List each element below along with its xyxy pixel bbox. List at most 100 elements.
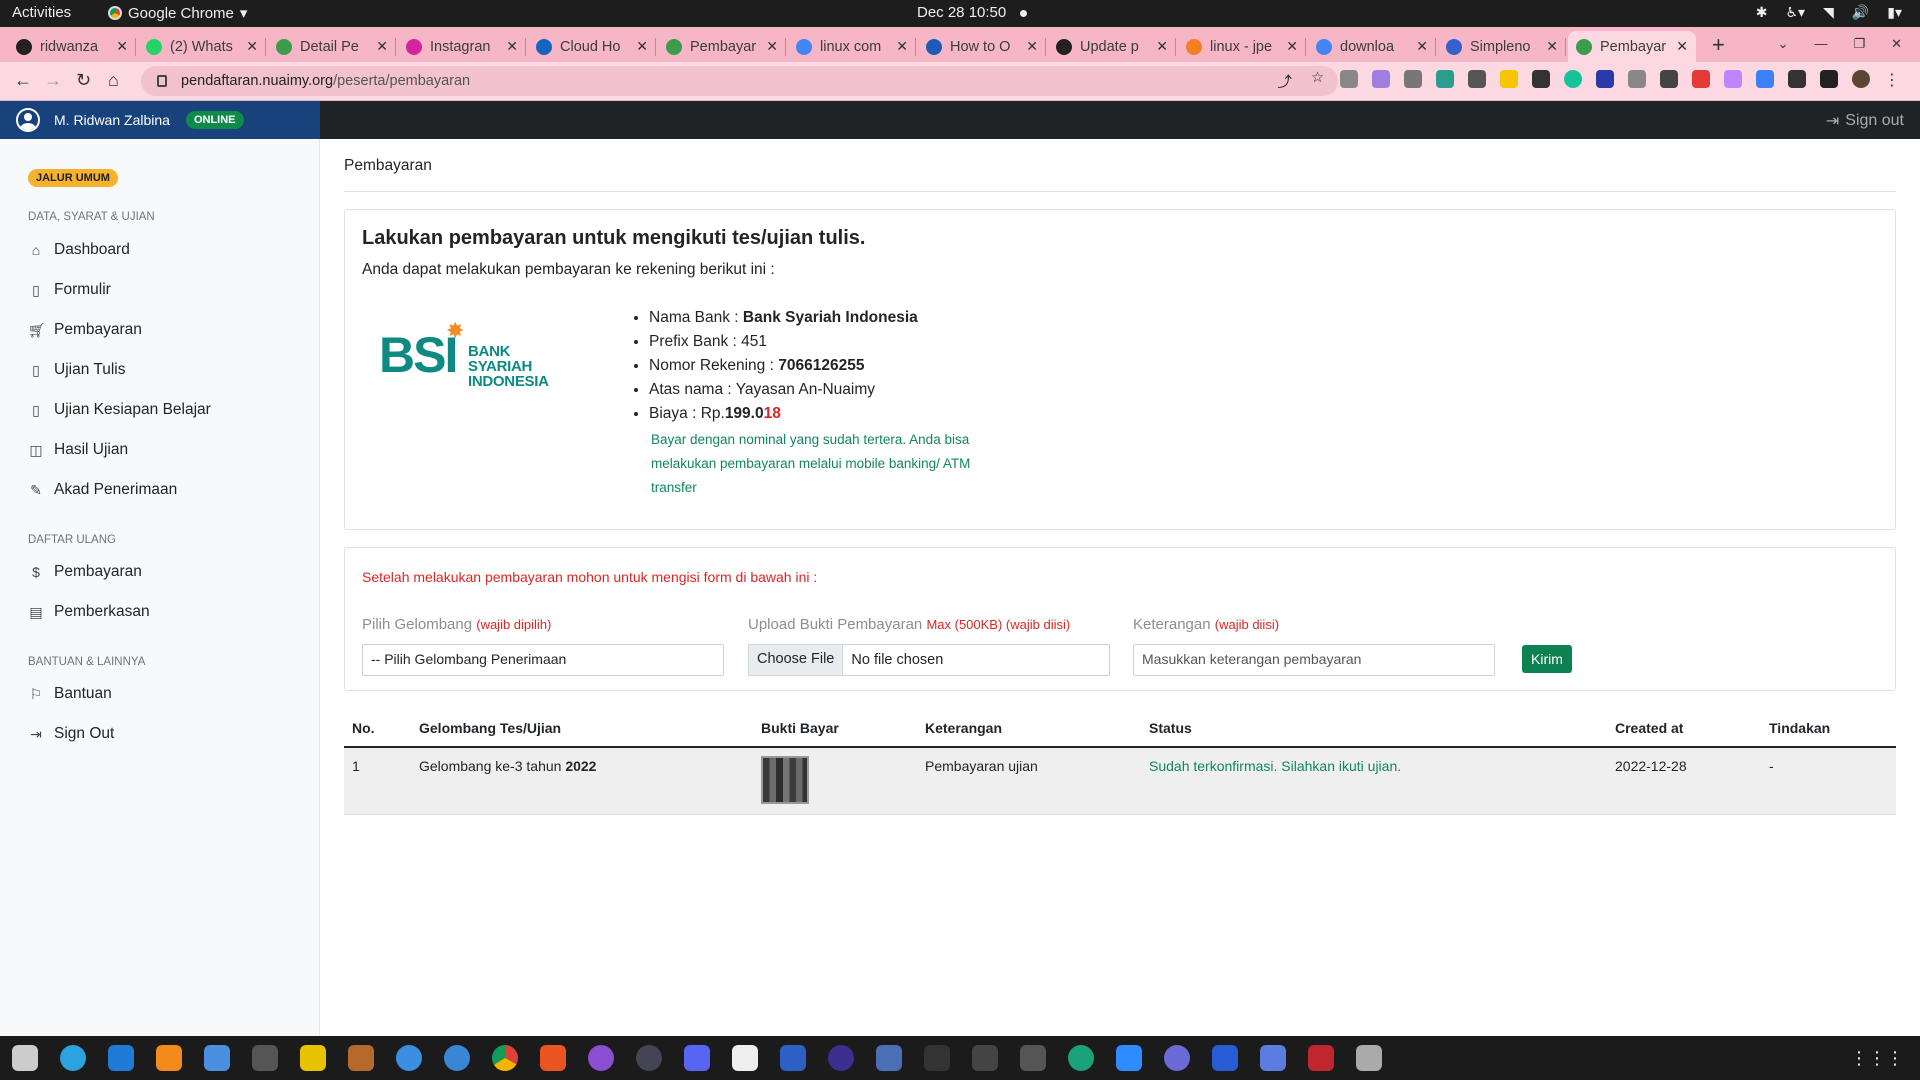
signout-top-button[interactable]: ⇥ Sign out — [1826, 111, 1904, 131]
zoom-icon[interactable] — [1116, 1045, 1142, 1071]
kebab-menu-icon[interactable]: ⋮ — [1884, 70, 1900, 90]
close-tab-icon[interactable]: ✕ — [506, 38, 518, 55]
browser-tab[interactable]: Pembayar ✕ — [658, 31, 786, 62]
side-panel-icon[interactable] — [1820, 70, 1838, 88]
app-icon[interactable] — [300, 1045, 326, 1071]
extension-icon[interactable] — [1692, 70, 1710, 88]
figma-icon[interactable] — [924, 1045, 950, 1071]
discord-icon[interactable] — [684, 1045, 710, 1071]
app-menu[interactable]: Google Chrome ▾ — [108, 4, 247, 22]
system-tray[interactable]: ✱ ♿▾ ◥ 🔊 ▮▾ — [1756, 4, 1902, 21]
app-icon[interactable] — [1212, 1045, 1238, 1071]
sublime-icon[interactable] — [156, 1045, 182, 1071]
restore-icon[interactable]: ❐ — [1853, 36, 1865, 52]
screenshot-icon[interactable] — [1660, 70, 1678, 88]
sidebar-item-bantuan[interactable]: ⚐ Bantuan — [28, 685, 112, 703]
trash-icon[interactable] — [1356, 1045, 1382, 1071]
minimize-icon[interactable]: — — [1814, 36, 1827, 52]
browser-tab[interactable]: Detail Pe ✕ — [268, 31, 396, 62]
app-icon[interactable] — [1260, 1045, 1286, 1071]
grammarly-icon[interactable] — [1564, 70, 1582, 88]
sidebar-item-pembayaran-ulang[interactable]: $ Pembayaran — [28, 563, 142, 581]
browser-tab[interactable]: Update p ✕ — [1048, 31, 1176, 62]
sidebar-item-pemberkasan[interactable]: ▤ Pemberkasan — [28, 603, 149, 621]
extension-icon[interactable] — [1724, 70, 1742, 88]
share-icon[interactable]: ⤴ — [1278, 71, 1293, 92]
new-tab-button[interactable]: + — [1712, 32, 1725, 58]
software-icon[interactable] — [540, 1045, 566, 1071]
mic-icon[interactable] — [876, 1045, 902, 1071]
sidebar-item-ujian-tulis[interactable]: ▯ Ujian Tulis — [28, 361, 125, 379]
extension-icon[interactable] — [1500, 70, 1518, 88]
close-tab-icon[interactable]: ✕ — [1286, 38, 1298, 55]
code-icon[interactable] — [444, 1045, 470, 1071]
sidebar-item-formulir[interactable]: ▯ Formulir — [28, 281, 111, 299]
clock[interactable]: Dec 28 10:50 — [917, 4, 1028, 21]
browser-tab[interactable]: linux com ✕ — [788, 31, 916, 62]
close-tab-icon[interactable]: ✕ — [246, 38, 258, 55]
profile-avatar[interactable] — [1852, 70, 1870, 88]
github-desktop-icon[interactable] — [588, 1045, 614, 1071]
tab-search-icon[interactable]: ⌄ — [1778, 36, 1789, 52]
extension-icon[interactable] — [1372, 70, 1390, 88]
close-tab-icon[interactable]: ✕ — [376, 38, 388, 55]
sidebar-item-hasil-ujian[interactable]: ◫ Hasil Ujian — [28, 441, 128, 459]
sidebar-item-pembayaran[interactable]: 🛒︎ Pembayaran — [28, 321, 142, 339]
browser-tab[interactable]: Cloud Ho ✕ — [528, 31, 656, 62]
address-bar[interactable]: pendaftaran.nuaimy.org/peserta/pembayara… — [141, 66, 1338, 96]
help-icon[interactable] — [396, 1045, 422, 1071]
sidebar-item-ujian-kesiapan[interactable]: ▯ Ujian Kesiapan Belajar — [28, 401, 211, 419]
extension-icon[interactable] — [1340, 70, 1358, 88]
browser-tab[interactable]: downloa ✕ — [1308, 31, 1436, 62]
reload-icon[interactable]: ↻ — [76, 70, 91, 91]
home-icon[interactable]: ⌂ — [108, 70, 119, 91]
receipt-thumbnail[interactable] — [761, 756, 809, 804]
app-icon[interactable] — [972, 1045, 998, 1071]
close-tab-icon[interactable]: ✕ — [1546, 38, 1558, 55]
close-tab-icon[interactable]: ✕ — [1676, 38, 1688, 55]
extension-icon[interactable] — [1756, 70, 1774, 88]
inkscape-icon[interactable] — [252, 1045, 278, 1071]
extension-icon[interactable] — [1532, 70, 1550, 88]
terminal-icon[interactable] — [1308, 1045, 1334, 1071]
app-icon[interactable] — [1164, 1045, 1190, 1071]
browser-tab[interactable]: Simpleno ✕ — [1438, 31, 1566, 62]
extension-icon[interactable] — [1468, 70, 1486, 88]
docs-icon[interactable] — [204, 1045, 230, 1071]
browser-tab[interactable]: Instagran ✕ — [398, 31, 526, 62]
app-icon[interactable] — [828, 1045, 854, 1071]
choose-file-button[interactable]: Choose File — [749, 645, 844, 675]
sidebar-item-signout[interactable]: ⇥ Sign Out — [28, 725, 114, 743]
browser-tab[interactable]: Pembayar ✕ — [1568, 31, 1696, 62]
upload-file-input[interactable]: Choose File No file chosen — [748, 644, 1110, 676]
extension-icon[interactable] — [1404, 70, 1422, 88]
vscode-icon[interactable] — [108, 1045, 134, 1071]
sidebar-item-akad[interactable]: ✎ Akad Penerimaan — [28, 481, 177, 499]
chrome-dock-icon[interactable] — [492, 1045, 518, 1071]
obs-icon[interactable] — [636, 1045, 662, 1071]
telegram-icon[interactable] — [60, 1045, 86, 1071]
close-tab-icon[interactable]: ✕ — [896, 38, 908, 55]
browser-tab[interactable]: How to O ✕ — [918, 31, 1046, 62]
extension-icon[interactable] — [1436, 70, 1454, 88]
library-icon[interactable] — [348, 1045, 374, 1071]
bookmark-star-icon[interactable]: ☆ — [1311, 70, 1324, 86]
gelombang-select[interactable]: -- Pilih Gelombang Penerimaan — [362, 644, 724, 676]
show-apps-icon[interactable]: ⋮⋮⋮ — [1850, 1048, 1904, 1069]
close-tab-icon[interactable]: ✕ — [1156, 38, 1168, 55]
app-icon[interactable] — [1068, 1045, 1094, 1071]
close-tab-icon[interactable]: ✕ — [116, 38, 128, 55]
typora-icon[interactable] — [732, 1045, 758, 1071]
extension-icon[interactable] — [1596, 70, 1614, 88]
puzzle-icon[interactable] — [1788, 70, 1806, 88]
forward-icon[interactable]: → — [44, 70, 62, 91]
close-tab-icon[interactable]: ✕ — [1026, 38, 1038, 55]
app-icon[interactable] — [1020, 1045, 1046, 1071]
wps-icon[interactable] — [780, 1045, 806, 1071]
sidebar-item-dashboard[interactable]: ⌂ Dashboard — [28, 241, 130, 259]
browser-tab[interactable]: linux - jpe ✕ — [1178, 31, 1306, 62]
browser-tab[interactable]: ridwanza ✕ — [8, 31, 136, 62]
submit-button[interactable]: Kirim — [1522, 645, 1572, 673]
close-tab-icon[interactable]: ✕ — [636, 38, 648, 55]
close-window-icon[interactable]: ✕ — [1891, 36, 1902, 52]
